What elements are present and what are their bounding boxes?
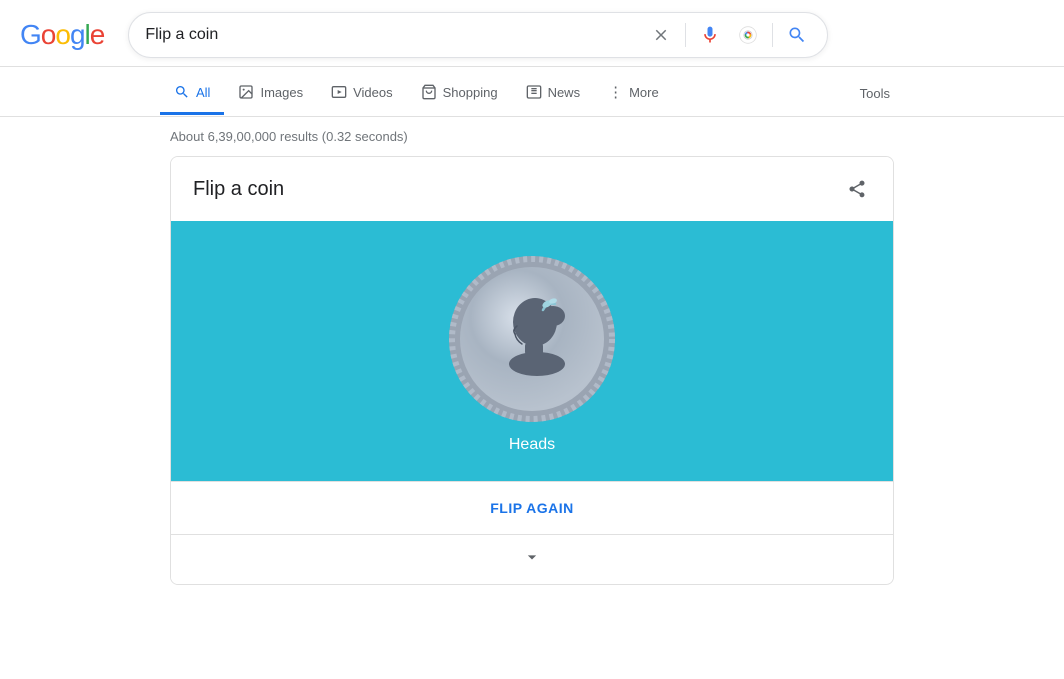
- tools-label: Tools: [860, 86, 890, 101]
- share-button[interactable]: [843, 175, 871, 203]
- tab-more[interactable]: ⋮ More: [594, 71, 673, 116]
- results-count: About 6,39,00,000 results (0.32 seconds): [170, 129, 408, 144]
- search-button[interactable]: [783, 21, 811, 49]
- clear-button[interactable]: [647, 21, 675, 49]
- images-icon: [238, 84, 254, 100]
- google-logo[interactable]: Google: [20, 19, 104, 51]
- tab-shopping[interactable]: Shopping: [407, 72, 512, 115]
- tab-more-label: More: [629, 85, 659, 100]
- coin-flip-card: Flip a coin: [170, 156, 894, 585]
- search-input[interactable]: Flip a coin: [145, 26, 639, 44]
- news-icon: [526, 84, 542, 100]
- coin-display-area[interactable]: Heads: [171, 221, 893, 481]
- videos-icon: [331, 84, 347, 100]
- coin-result-label: Heads: [509, 436, 555, 454]
- tab-all[interactable]: All: [160, 72, 224, 115]
- more-icon: ⋮: [608, 83, 623, 101]
- tab-shopping-label: Shopping: [443, 85, 498, 100]
- icon-divider: [685, 23, 686, 47]
- coin-card-header: Flip a coin: [171, 157, 893, 221]
- search-bar: Flip a coin: [128, 12, 828, 58]
- tab-news[interactable]: News: [512, 72, 595, 115]
- chevron-down-icon: [522, 551, 542, 571]
- logo-letter-g2: g: [70, 19, 85, 50]
- tab-images[interactable]: Images: [224, 72, 317, 115]
- tab-images-label: Images: [260, 85, 303, 100]
- tab-news-label: News: [548, 85, 581, 100]
- flip-again-area: FLIP AGAIN: [171, 481, 893, 534]
- main-content: Flip a coin: [0, 156, 1064, 585]
- coin-image: [447, 254, 617, 424]
- tools-button[interactable]: Tools: [846, 74, 904, 113]
- results-info: About 6,39,00,000 results (0.32 seconds): [0, 117, 1064, 156]
- icon-divider-2: [772, 23, 773, 47]
- header: Google Flip a coin: [0, 0, 1064, 67]
- logo-letter-g: G: [20, 19, 41, 50]
- shopping-icon: [421, 84, 437, 100]
- voice-search-button[interactable]: [696, 21, 724, 49]
- logo-letter-e: e: [90, 19, 105, 50]
- logo-letter-o1: o: [41, 19, 56, 50]
- tab-all-label: All: [196, 85, 210, 100]
- tab-videos[interactable]: Videos: [317, 72, 407, 115]
- coin-card-title: Flip a coin: [193, 178, 284, 201]
- flip-again-button[interactable]: FLIP AGAIN: [490, 500, 574, 516]
- nav-tabs: All Images Videos Shopping News ⋮ More T…: [0, 67, 1064, 117]
- logo-letter-o2: o: [55, 19, 70, 50]
- tab-videos-label: Videos: [353, 85, 393, 100]
- all-icon: [174, 84, 190, 100]
- image-search-button[interactable]: [734, 21, 762, 49]
- search-icon-group: [647, 21, 811, 49]
- expand-area[interactable]: [171, 534, 893, 584]
